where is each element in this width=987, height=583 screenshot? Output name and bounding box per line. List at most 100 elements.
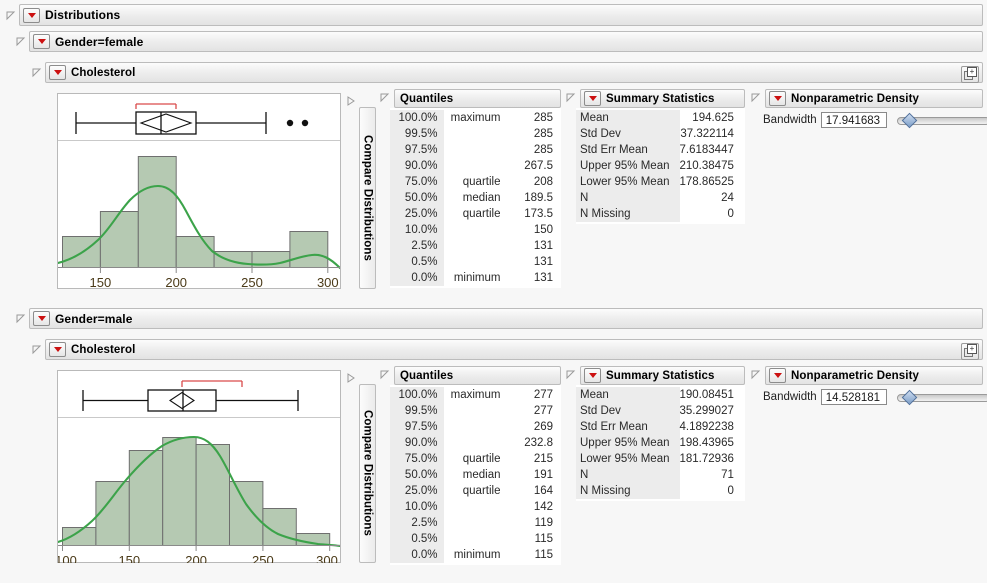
red-triangle-menu-icon[interactable] <box>33 311 50 326</box>
slider-thumb-icon[interactable] <box>903 114 915 127</box>
table-row: 100.0%maximum277 <box>390 387 561 403</box>
table-row: 2.5%131 <box>390 238 561 254</box>
disclosure-triangle-icon[interactable] <box>379 92 392 105</box>
disclosure-triangle-icon[interactable] <box>30 66 43 79</box>
red-triangle-menu-icon[interactable] <box>23 8 40 23</box>
quantile-label <box>444 531 509 547</box>
quantile-value: 115 <box>508 531 561 547</box>
quantile-label: quartile <box>444 483 509 499</box>
outline-variable-cholesterol-female[interactable]: Cholesterol <box>30 62 983 83</box>
disclosure-triangle-right-icon[interactable] <box>345 372 357 384</box>
quantile-value: 150 <box>508 222 561 238</box>
table-row: Lower 95% Mean178.86525 <box>576 174 742 190</box>
popout-window-icon[interactable] <box>961 343 979 360</box>
quantile-percent: 97.5% <box>390 142 444 158</box>
statistic-label: N Missing <box>576 206 680 222</box>
quantile-percent: 0.5% <box>390 531 444 547</box>
table-row: Upper 95% Mean210.38475 <box>576 158 742 174</box>
disclosure-triangle-icon[interactable] <box>750 369 763 382</box>
red-triangle-menu-icon[interactable] <box>584 91 601 106</box>
quantile-value: 131 <box>508 270 561 286</box>
histogram-female[interactable]: 150 200 250 300 <box>58 141 340 289</box>
table-row: N71 <box>576 467 742 483</box>
histogram-male[interactable]: 100 150 200 250 300 <box>58 418 340 563</box>
quantile-label: minimum <box>444 547 509 563</box>
red-triangle-menu-icon[interactable] <box>49 65 66 80</box>
quantile-percent: 90.0% <box>390 435 444 451</box>
quantile-label: median <box>444 467 509 483</box>
disclosure-triangle-icon[interactable] <box>565 92 578 105</box>
bandwidth-input-female[interactable]: 17.941683 <box>821 112 887 128</box>
panel-summary-female: Summary Statistics Mean194.625Std Dev37.… <box>565 89 745 224</box>
quantile-value: 173.5 <box>508 206 561 222</box>
bandwidth-input-male[interactable]: 14.528181 <box>821 389 887 405</box>
disclosure-triangle-icon[interactable] <box>30 343 43 356</box>
statistic-label: N Missing <box>576 483 680 499</box>
statistic-value: 0 <box>680 206 742 222</box>
statistic-label: Lower 95% Mean <box>576 451 680 467</box>
table-row: Std Dev37.322114 <box>576 126 742 142</box>
statistic-label: Std Dev <box>576 403 680 419</box>
bandwidth-slider-female[interactable] <box>897 114 983 127</box>
statistic-label: Upper 95% Mean <box>576 435 680 451</box>
statistic-value: 24 <box>680 190 742 206</box>
quantile-value: 131 <box>508 238 561 254</box>
compare-distributions-male[interactable]: Compare Distributions <box>345 370 376 563</box>
outline-root-distributions[interactable]: Distributions <box>4 4 983 26</box>
disclosure-triangle-icon[interactable] <box>4 9 17 22</box>
disclosure-triangle-icon[interactable] <box>14 35 27 48</box>
table-row: 0.0%minimum131 <box>390 270 561 286</box>
disclosure-triangle-icon[interactable] <box>14 312 27 325</box>
red-triangle-menu-icon[interactable] <box>33 34 50 49</box>
quantile-value: 277 <box>508 387 561 403</box>
svg-text:300: 300 <box>317 275 339 289</box>
quantile-value: 215 <box>508 451 561 467</box>
quantile-value: 131 <box>508 254 561 270</box>
table-row: Upper 95% Mean198.43965 <box>576 435 742 451</box>
quantile-label: maximum <box>444 110 509 126</box>
outline-group-female[interactable]: Gender=female <box>14 31 983 52</box>
statistic-label: Upper 95% Mean <box>576 158 680 174</box>
quantile-percent: 75.0% <box>390 451 444 467</box>
quantile-value: 232.8 <box>508 435 561 451</box>
table-row: Std Err Mean4.1892238 <box>576 419 742 435</box>
red-triangle-menu-icon[interactable] <box>49 342 66 357</box>
disclosure-triangle-icon[interactable] <box>565 369 578 382</box>
disclosure-triangle-right-icon[interactable] <box>345 95 357 107</box>
quantile-label <box>444 142 509 158</box>
compare-distributions-label: Compare Distributions <box>362 135 374 261</box>
table-row: 90.0%267.5 <box>390 158 561 174</box>
popout-window-icon[interactable] <box>961 66 979 83</box>
red-triangle-menu-icon[interactable] <box>769 368 786 383</box>
red-triangle-menu-icon[interactable] <box>584 368 601 383</box>
table-row: Std Err Mean7.6183447 <box>576 142 742 158</box>
quantile-value: 208 <box>508 174 561 190</box>
quantile-value: 164 <box>508 483 561 499</box>
svg-text:250: 250 <box>241 275 263 289</box>
outline-group-male[interactable]: Gender=male <box>14 308 983 329</box>
boxplot-male[interactable] <box>58 371 340 418</box>
boxplot-female[interactable] <box>58 94 340 141</box>
table-row: 75.0%quartile208 <box>390 174 561 190</box>
outline-variable-cholesterol-male[interactable]: Cholesterol <box>30 339 983 360</box>
table-row: N Missing0 <box>576 206 742 222</box>
statistic-value: 35.299027 <box>680 403 742 419</box>
red-triangle-menu-icon[interactable] <box>769 91 786 106</box>
svg-text:150: 150 <box>90 275 112 289</box>
quantile-value: 277 <box>508 403 561 419</box>
disclosure-triangle-icon[interactable] <box>750 92 763 105</box>
compare-distributions-female[interactable]: Compare Distributions <box>345 93 376 289</box>
quantiles-title-female: Quantiles <box>400 93 453 105</box>
quantile-percent: 25.0% <box>390 206 444 222</box>
statistic-value: 0 <box>680 483 742 499</box>
quantile-label <box>444 254 509 270</box>
variable-title-male: Cholesterol <box>71 344 135 356</box>
bandwidth-slider-male[interactable] <box>897 391 983 404</box>
jmp-distributions-report: Distributions Gender=female Cholesterol <box>0 0 987 583</box>
disclosure-triangle-icon[interactable] <box>379 369 392 382</box>
statistic-value: 198.43965 <box>680 435 742 451</box>
quantile-percent: 50.0% <box>390 467 444 483</box>
quantiles-table-male: 100.0%maximum27799.5%27797.5%26990.0%232… <box>390 387 561 563</box>
quantile-label <box>444 222 509 238</box>
slider-thumb-icon[interactable] <box>903 391 915 404</box>
